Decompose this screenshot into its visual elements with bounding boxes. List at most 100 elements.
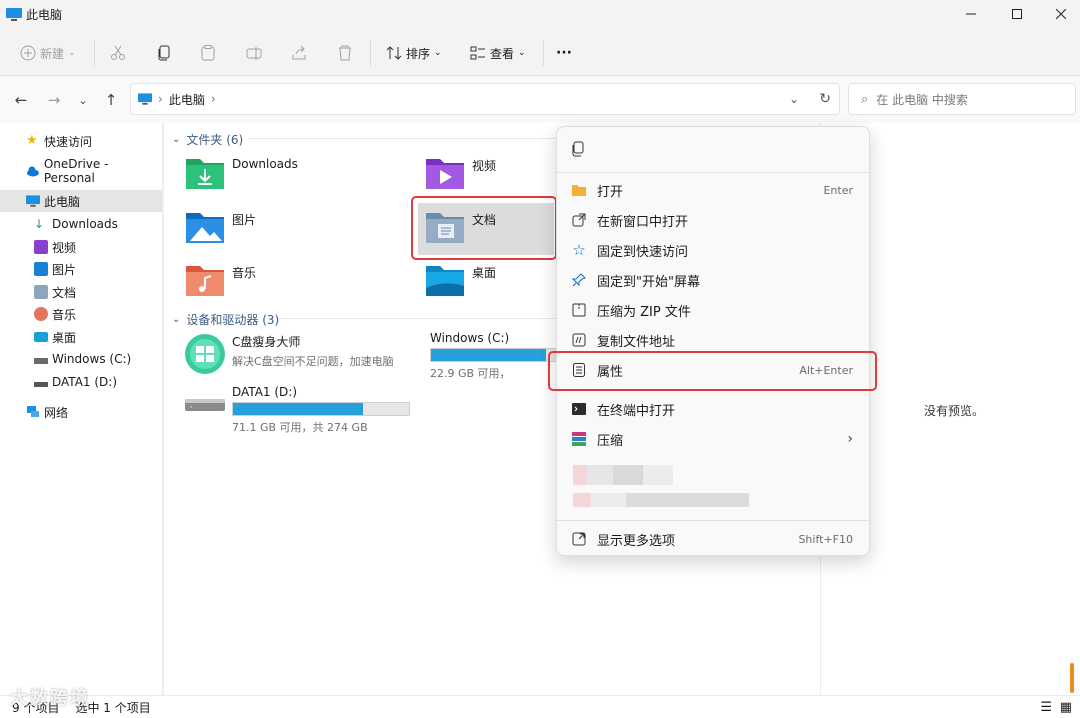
copy-icon	[158, 45, 170, 61]
folders-group-label: 文件夹 (6)	[186, 133, 244, 147]
menu-item-compress-zip[interactable]: 压缩为 ZIP 文件	[563, 296, 863, 324]
search-box[interactable]: ⌕ 在 此电脑 中搜索	[848, 83, 1076, 115]
more-options-button[interactable]: ···	[556, 40, 572, 66]
folder-tile-downloads[interactable]: Downloads	[184, 155, 404, 195]
recent-locations-button[interactable]: ⌄	[72, 89, 94, 111]
menu-item-pin-quick-access[interactable]: ☆ 固定到快速访问	[563, 236, 863, 264]
sidebar-item-label: 快速访问	[44, 134, 93, 149]
terminal-icon	[571, 401, 587, 417]
menu-item-open-new-window[interactable]: 在新窗口中打开	[563, 206, 863, 234]
rename-button[interactable]	[246, 40, 262, 66]
paste-button[interactable]	[200, 40, 216, 66]
details-view-icon[interactable]: ☰	[1040, 700, 1052, 715]
open-external-icon	[571, 212, 587, 228]
status-bar: 9 个项目 选中 1 个项目 ☰ ▦	[0, 695, 1080, 718]
minimize-icon	[966, 13, 976, 15]
sidebar-item-pictures[interactable]: 图片	[0, 258, 162, 280]
sidebar-item-label: 图片	[52, 262, 77, 277]
chevron-down-icon: ⌄	[78, 93, 88, 107]
blurred-menu-item[interactable]	[573, 465, 673, 485]
desktop-icon	[34, 332, 48, 342]
drive-usage-fill	[431, 349, 546, 361]
sidebar-item-label: 此电脑	[44, 194, 81, 209]
folder-label: 桌面	[472, 266, 497, 280]
menu-item-compress[interactable]: 压缩 ›	[563, 425, 863, 453]
folder-tile-pictures[interactable]: 图片	[184, 209, 404, 249]
cleaner-app-icon	[185, 334, 225, 374]
copy-action-button[interactable]	[571, 141, 585, 160]
winrar-icon	[571, 431, 587, 447]
delete-button[interactable]	[337, 40, 353, 66]
tiles-view-icon[interactable]: ▦	[1060, 700, 1072, 715]
menu-item-label: 压缩为 ZIP 文件	[597, 304, 691, 320]
forward-button[interactable]: →	[43, 89, 65, 111]
maximize-icon	[1012, 9, 1022, 19]
new-button[interactable]: 新建 ⌄	[20, 40, 76, 66]
music-folder-icon	[186, 266, 224, 296]
sidebar-item-label: Windows (C:)	[52, 352, 132, 366]
sidebar-item-videos[interactable]: 视频	[0, 236, 162, 258]
devices-group-header[interactable]: ⌄ 设备和驱动器 (3)	[172, 311, 279, 328]
sidebar-item-this-pc[interactable]: 此电脑	[0, 190, 162, 212]
arrow-left-icon: ←	[14, 91, 28, 109]
address-bar[interactable]: › 此电脑 › ⌄ ↻	[130, 83, 840, 115]
copy-button[interactable]	[156, 40, 172, 66]
close-button[interactable]	[1038, 0, 1080, 28]
breadcrumb-chevron-icon: ›	[210, 92, 216, 106]
sidebar-item-drive-d[interactable]: DATA1 (D:)	[0, 371, 162, 393]
menu-item-pin-start[interactable]: 固定到"开始"屏幕	[563, 266, 863, 294]
menu-item-label: 在终端中打开	[597, 403, 676, 419]
menu-item-show-more-options[interactable]: 显示更多选项 Shift+F10	[563, 525, 863, 553]
music-icon	[34, 307, 48, 321]
menu-item-copy-path[interactable]: 复制文件地址	[563, 326, 863, 354]
sidebar-item-documents[interactable]: 文档	[0, 281, 162, 303]
sidebar-item-label: 文档	[52, 285, 77, 300]
share-button[interactable]	[291, 40, 307, 66]
folder-tile-videos[interactable]: 视频	[424, 155, 544, 195]
sort-button[interactable]: 排序 ⌄	[386, 40, 442, 66]
search-icon: ⌕	[861, 91, 869, 107]
sidebar-item-downloads[interactable]: ↓ Downloads	[0, 213, 162, 235]
folder-tile-desktop[interactable]: 桌面	[424, 262, 544, 302]
watermark-logo: 大数跨境	[10, 688, 90, 709]
device-tile-cleaner[interactable]: C盘瘦身大师 解决C盘空间不足问题，加速电脑	[184, 333, 414, 377]
back-button[interactable]: ←	[10, 89, 32, 111]
sidebar-item-network[interactable]: 网络	[0, 401, 162, 423]
rename-icon	[246, 47, 262, 60]
sidebar-item-onedrive[interactable]: OneDrive - Personal	[0, 157, 162, 185]
up-button[interactable]: ↑	[100, 89, 122, 111]
windows-drive-icon	[34, 358, 48, 364]
device-tile-drive-d[interactable]: DATA1 (D:) 71.1 GB 可用，共 274 GB	[184, 385, 424, 435]
address-history-chevron-icon[interactable]: ⌄	[789, 92, 799, 106]
cut-button[interactable]	[110, 40, 126, 66]
sidebar-item-music[interactable]: 音乐	[0, 303, 162, 325]
sort-icon	[386, 46, 402, 60]
menu-item-open[interactable]: 打开 Enter	[563, 176, 863, 204]
folders-group-header[interactable]: ⌄ 文件夹 (6)	[172, 131, 243, 148]
folder-open-icon	[571, 182, 587, 198]
folder-label: Downloads	[232, 157, 298, 171]
menu-separator	[557, 172, 869, 173]
maximize-button[interactable]	[994, 0, 1040, 28]
device-name: C盘瘦身大师	[232, 335, 301, 349]
more-label: ···	[556, 45, 572, 61]
blurred-menu-item[interactable]	[573, 493, 749, 507]
menu-item-label: 压缩	[597, 433, 624, 449]
sidebar-item-quick-access[interactable]: ★ 快速访问	[0, 130, 162, 152]
refresh-icon[interactable]: ↻	[819, 91, 831, 107]
device-tile-drive-c[interactable]: Windows (C:) 22.9 GB 可用，	[424, 331, 570, 381]
menu-separator	[557, 520, 869, 521]
cloud-icon	[26, 166, 39, 177]
menu-item-open-terminal[interactable]: 在终端中打开	[563, 395, 863, 423]
folder-tile-music[interactable]: 音乐	[184, 262, 404, 302]
breadcrumb-this-pc[interactable]: 此电脑	[169, 91, 205, 108]
chevron-down-icon: ⌄	[172, 134, 181, 145]
vertical-scrollbar[interactable]	[1070, 663, 1074, 693]
sidebar-item-desktop[interactable]: 桌面	[0, 326, 162, 348]
menu-item-label: 在新窗口中打开	[597, 214, 689, 230]
minimize-button[interactable]	[948, 0, 994, 28]
view-button[interactable]: 查看 ⌄	[470, 40, 526, 66]
command-bar: 新建 ⌄ 排序 ⌄ 查看 ⌄ ···	[0, 28, 1080, 76]
desktop-folder-icon	[426, 266, 464, 296]
sidebar-item-drive-c[interactable]: Windows (C:)	[0, 348, 162, 370]
